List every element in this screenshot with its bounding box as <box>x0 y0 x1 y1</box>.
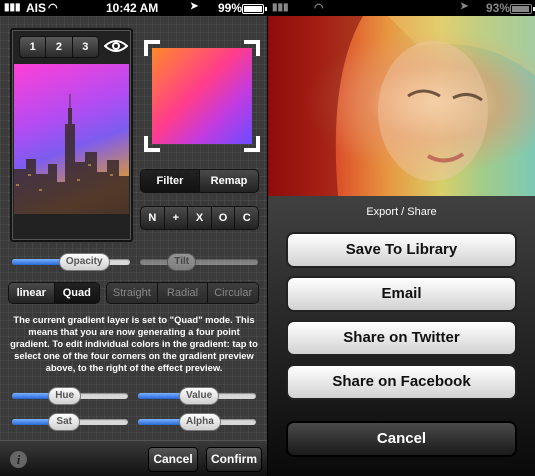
gradient-style-toggle: Straight Radial Circular <box>106 282 259 304</box>
battery-icon <box>242 4 267 14</box>
opacity-slider[interactable]: Opacity <box>12 252 130 272</box>
linear-button[interactable]: linear <box>9 283 55 303</box>
opacity-knob[interactable]: Opacity <box>58 253 110 271</box>
straight-button[interactable]: Straight <box>107 283 158 303</box>
location-icon: ➤ <box>460 1 469 12</box>
share-facebook-button[interactable]: Share on Facebook <box>286 364 517 400</box>
filter-remap-toggle: Filter Remap <box>140 169 259 193</box>
hue-knob[interactable]: Hue <box>48 387 82 405</box>
share-twitter-button[interactable]: Share on Twitter <box>286 320 517 356</box>
blend-multiply-button[interactable]: X <box>188 207 212 229</box>
corner-handle-top-left[interactable] <box>144 40 160 56</box>
blend-normal-button[interactable]: N <box>141 207 165 229</box>
remap-button[interactable]: Remap <box>200 170 258 192</box>
value-slider[interactable]: Value <box>138 386 256 406</box>
alpha-slider[interactable]: Alpha <box>138 412 256 432</box>
status-bar-right: ▮▮▮ ◠ ➤ 93% <box>268 0 535 16</box>
circular-button[interactable]: Circular <box>208 283 258 303</box>
eye-icon[interactable] <box>104 38 128 54</box>
save-to-library-button[interactable]: Save To Library <box>286 232 517 268</box>
quad-gradient-swatch <box>152 48 252 144</box>
blend-color-button[interactable]: C <box>235 207 258 229</box>
signal-icon: ▮▮▮ <box>4 2 21 13</box>
wifi-icon: ◠ <box>48 2 58 14</box>
layer-tab-3[interactable]: 3 <box>73 37 98 57</box>
location-icon: ➤ <box>190 1 199 12</box>
corner-handle-top-right[interactable] <box>244 40 260 56</box>
tilt-slider[interactable]: Tilt <box>140 252 258 272</box>
tilt-knob[interactable]: Tilt <box>167 253 197 271</box>
action-sheet: Export / Share Save To Library Email Sha… <box>268 196 535 476</box>
sat-knob[interactable]: Sat <box>48 413 81 431</box>
filter-button[interactable]: Filter <box>141 170 200 192</box>
radial-button[interactable]: Radial <box>157 283 209 303</box>
share-screen: ▮▮▮ ◠ ➤ 93% Export / Share Save To Libra… <box>268 0 535 476</box>
corner-handle-bottom-right[interactable] <box>244 136 260 152</box>
skyline-image <box>14 94 129 214</box>
signal-icon: ▮▮▮ <box>272 2 289 13</box>
alpha-knob[interactable]: Alpha <box>179 413 221 431</box>
layer-tab-1[interactable]: 1 <box>20 37 47 57</box>
blend-add-button[interactable]: + <box>165 207 189 229</box>
battery-percent: 93% <box>486 1 511 15</box>
layer-tabs: 1 2 3 <box>19 36 99 58</box>
bottom-toolbar: i Cancel Confirm <box>0 440 267 476</box>
effect-preview-image[interactable] <box>14 64 129 214</box>
info-icon[interactable]: i <box>10 451 27 468</box>
battery-icon <box>510 4 535 14</box>
editor-screen: ▮▮▮ AIS ◠ 10:42 AM ➤ 99% 1 2 3 Filter Re… <box>0 0 267 476</box>
hue-slider[interactable]: Hue <box>12 386 128 406</box>
portrait-image <box>268 16 535 196</box>
edited-photo <box>268 16 535 196</box>
value-knob[interactable]: Value <box>179 387 220 405</box>
effect-preview-panel: 1 2 3 <box>10 28 133 242</box>
blend-overlay-button[interactable]: O <box>212 207 236 229</box>
gradient-preview <box>144 40 260 152</box>
wifi-icon: ◠ <box>314 2 324 14</box>
blend-mode-buttons: N + X O C <box>140 206 259 230</box>
battery-percent: 99% <box>218 1 243 15</box>
corner-handle-bottom-left[interactable] <box>144 136 160 152</box>
status-bar: ▮▮▮ AIS ◠ 10:42 AM ➤ 99% <box>0 0 267 16</box>
carrier-label: AIS <box>26 1 47 15</box>
clock: 10:42 AM <box>106 1 159 15</box>
gradient-type-toggle: linear Quad <box>8 282 100 304</box>
sheet-title: Export / Share <box>366 206 437 218</box>
layer-tab-2[interactable]: 2 <box>46 37 73 57</box>
confirm-button[interactable]: Confirm <box>206 447 262 472</box>
cancel-share-button[interactable]: Cancel <box>286 421 517 457</box>
help-text: The current gradient layer is set to "Qu… <box>10 314 258 373</box>
sat-slider[interactable]: Sat <box>12 412 128 432</box>
cancel-button[interactable]: Cancel <box>148 447 198 472</box>
email-button[interactable]: Email <box>286 276 517 312</box>
quad-button[interactable]: Quad <box>54 283 99 303</box>
